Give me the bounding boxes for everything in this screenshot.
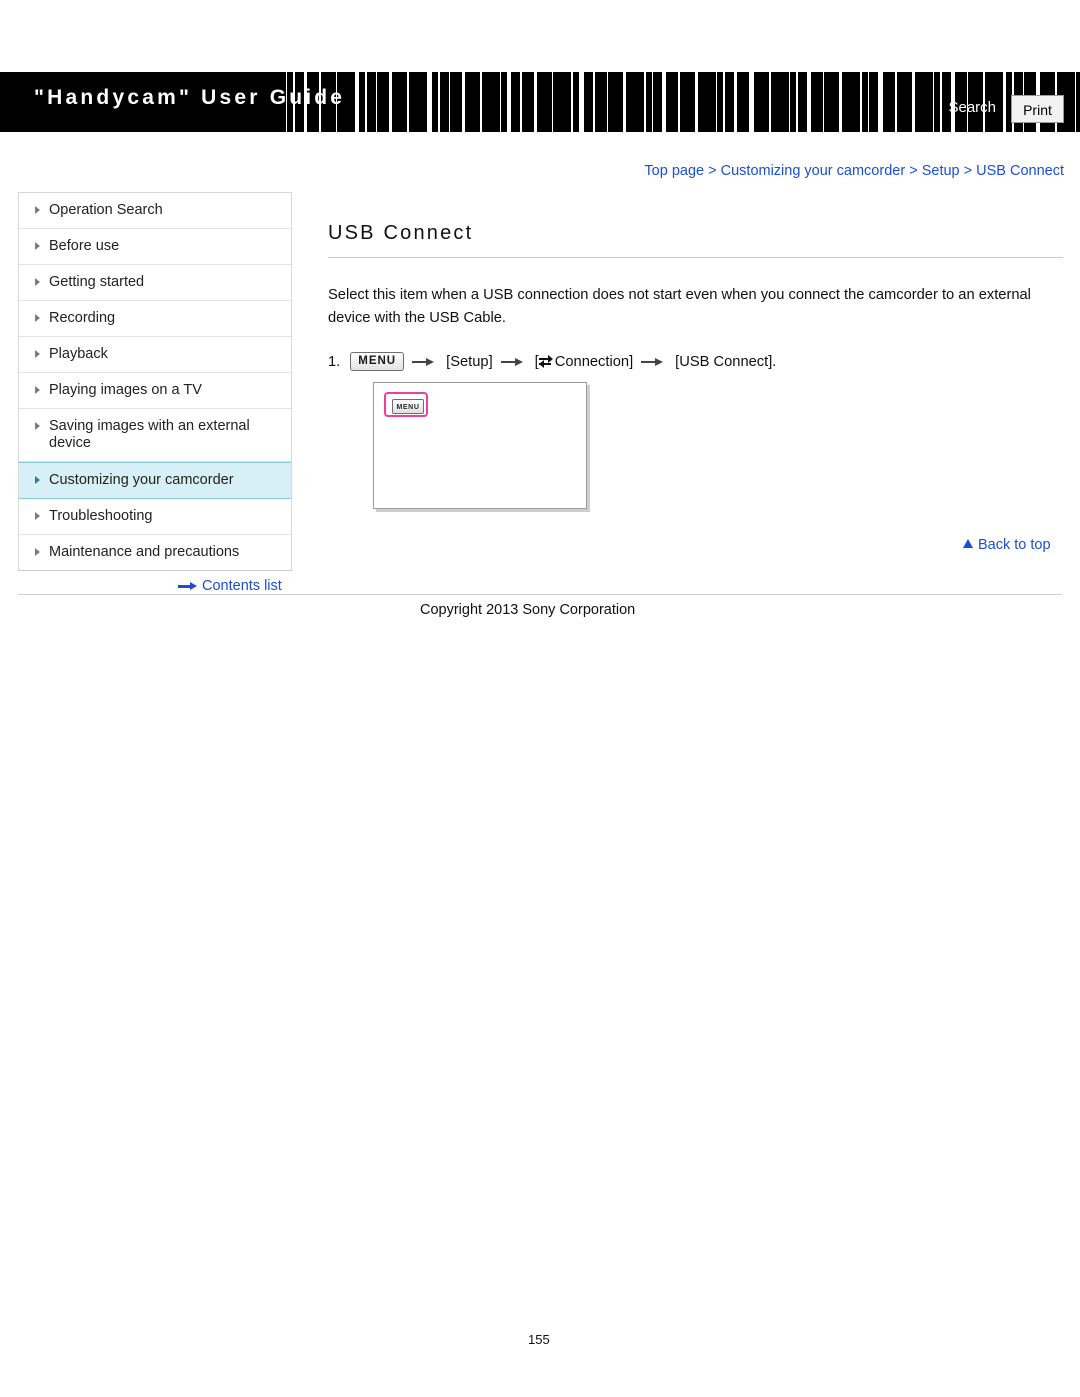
- sidebar-item-customizing-your-camcorder[interactable]: Customizing your camcorder: [19, 462, 291, 499]
- sidebar: Operation Search Before use Getting star…: [18, 192, 292, 571]
- intro-paragraph: Select this item when a USB connection d…: [328, 287, 1031, 326]
- sidebar-item-recording[interactable]: Recording: [19, 301, 291, 337]
- sidebar-item-label: Operation Search: [49, 202, 163, 218]
- triangle-up-icon: [963, 539, 973, 548]
- sidebar-item-label: Troubleshooting: [49, 508, 153, 524]
- sidebar-item-getting-started[interactable]: Getting started: [19, 265, 291, 301]
- chevron-right-icon: [35, 242, 40, 250]
- sidebar-item-label: Recording: [49, 310, 116, 326]
- chevron-right-icon: [35, 350, 40, 358]
- breadcrumb-separator: >: [708, 163, 717, 179]
- connection-icon: [538, 355, 553, 368]
- sidebar-item-label: Maintenance and precautions: [49, 544, 240, 560]
- sidebar-item-before-use[interactable]: Before use: [19, 229, 291, 265]
- arrow-right-icon: [178, 581, 198, 591]
- print-button[interactable]: Print: [1011, 95, 1064, 123]
- back-to-top-label: Back to top: [978, 537, 1051, 553]
- footer-divider: [18, 594, 1062, 595]
- sidebar-item-playing-images-on-a-tv[interactable]: Playing images on a TV: [19, 373, 291, 409]
- step-number: 1.: [328, 353, 341, 370]
- copyright-text: Copyright 2013 Sony Corporation: [420, 602, 636, 618]
- chevron-right-icon: [35, 386, 40, 394]
- chevron-right-icon: [35, 476, 40, 484]
- chevron-right-icon: [35, 278, 40, 286]
- breadcrumb-item-setup[interactable]: Setup: [922, 163, 960, 179]
- sidebar-item-label: Getting started: [49, 274, 145, 290]
- sidebar-item-troubleshooting[interactable]: Troubleshooting: [19, 499, 291, 535]
- breadcrumb-item-usb-connect: USB Connect: [976, 163, 1064, 179]
- sidebar-item-label: Playback: [49, 346, 108, 362]
- back-to-top-link[interactable]: Back to top: [963, 537, 1051, 553]
- breadcrumb-separator: >: [963, 163, 973, 179]
- step-instruction: 1. MENU [Setup] [ Connection] [USB Conne…: [328, 352, 1063, 371]
- step-connection-label: Connection]: [554, 353, 634, 370]
- screen-illustration: MENU: [373, 382, 587, 509]
- breadcrumb-separator: >: [909, 163, 918, 179]
- breadcrumb: Top page > Customizing your camcorder > …: [644, 163, 1064, 179]
- page-number: 155: [528, 1332, 550, 1347]
- breadcrumb-item-customizing[interactable]: Customizing your camcorder: [721, 163, 906, 179]
- page-title: USB Connect: [328, 222, 474, 244]
- main-content: USB Connect Select this item when a USB …: [328, 222, 1063, 553]
- menu-highlight-box: MENU: [384, 392, 428, 417]
- arrow-right-icon: [641, 356, 667, 368]
- arrow-right-icon: [412, 356, 438, 368]
- search-link[interactable]: Search: [948, 99, 996, 116]
- chevron-right-icon: [35, 206, 40, 214]
- step-setup-label: [Setup]: [446, 353, 493, 370]
- sidebar-item-playback[interactable]: Playback: [19, 337, 291, 373]
- chevron-right-icon: [35, 512, 40, 520]
- arrow-right-icon: [500, 356, 527, 368]
- sidebar-item-operation-search[interactable]: Operation Search: [19, 193, 291, 229]
- sidebar-item-label: Before use: [49, 238, 120, 254]
- chevron-right-icon: [35, 548, 40, 556]
- screen-menu-button-icon: MENU: [392, 399, 424, 414]
- sidebar-item-label: Saving images with an external device: [49, 418, 250, 451]
- sidebar-item-label: Customizing your camcorder: [49, 472, 234, 488]
- chevron-right-icon: [35, 314, 40, 322]
- sidebar-item-label: Playing images on a TV: [49, 382, 202, 398]
- chevron-right-icon: [35, 422, 40, 430]
- app-title: "Handycam" User Guide: [34, 86, 346, 109]
- step-usb-connect-label: [USB Connect].: [675, 353, 777, 370]
- menu-button-icon: MENU: [350, 352, 405, 371]
- sidebar-item-saving-images-external-device[interactable]: Saving images with an external device: [19, 409, 291, 462]
- contents-list-label: Contents list: [202, 578, 282, 594]
- title-divider: [328, 257, 1063, 258]
- breadcrumb-item-top-page[interactable]: Top page: [644, 163, 704, 179]
- contents-list-link[interactable]: Contents list: [178, 578, 282, 594]
- sidebar-item-maintenance-and-precautions[interactable]: Maintenance and precautions: [19, 535, 291, 570]
